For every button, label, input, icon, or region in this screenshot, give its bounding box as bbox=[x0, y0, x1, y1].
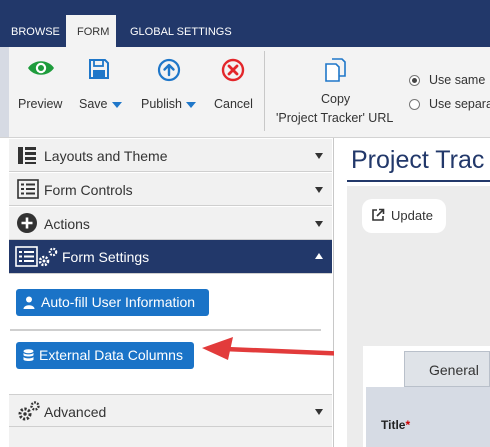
panel-footer bbox=[9, 427, 332, 447]
publish-button[interactable]: Publish bbox=[139, 55, 203, 117]
ribbon-divider bbox=[264, 51, 265, 131]
form-settings-icon bbox=[15, 246, 58, 267]
save-icon bbox=[89, 59, 109, 79]
required-mark: * bbox=[405, 418, 411, 432]
auto-fill-label: Auto-fill User Information bbox=[41, 294, 196, 310]
update-label: Update bbox=[391, 208, 433, 223]
chevron-down-icon bbox=[315, 153, 323, 159]
update-button[interactable]: Update bbox=[362, 199, 446, 233]
field-label-title: Title* bbox=[381, 418, 410, 432]
layout-icon bbox=[18, 147, 36, 164]
plus-circle-icon bbox=[17, 213, 37, 233]
copy-url-button[interactable]: Copy 'Project Tracker' URL bbox=[272, 55, 402, 130]
database-icon bbox=[23, 349, 34, 361]
accordion-label: Form Settings bbox=[62, 249, 150, 265]
accordion-layouts-theme[interactable]: Layouts and Theme bbox=[9, 139, 332, 172]
eye-icon bbox=[28, 61, 54, 75]
user-icon bbox=[23, 296, 35, 309]
field-title-text: Title bbox=[381, 418, 406, 432]
save-label: Save bbox=[79, 97, 108, 111]
copy-icon bbox=[325, 58, 346, 82]
page-title: Project Trac bbox=[351, 146, 485, 174]
copy-label-line1: Copy bbox=[321, 92, 351, 106]
radio-use-separate[interactable]: Use separa bbox=[409, 97, 490, 113]
ribbon-left-strip bbox=[0, 47, 9, 137]
external-data-columns-button[interactable]: External Data Columns bbox=[16, 342, 194, 369]
radio-button[interactable] bbox=[409, 75, 420, 86]
radio-use-same-label: Use same bbox=[429, 73, 486, 87]
form-body bbox=[366, 387, 490, 447]
accordion-label: Actions bbox=[44, 216, 90, 232]
accordion-advanced[interactable]: Advanced bbox=[9, 394, 332, 427]
accordion-actions[interactable]: Actions bbox=[9, 207, 332, 240]
chevron-down-icon bbox=[315, 409, 323, 415]
external-link-icon bbox=[372, 208, 385, 221]
radio-use-separate-label: Use separa bbox=[429, 97, 490, 111]
tab-form[interactable]: FORM bbox=[66, 15, 116, 47]
chevron-down-icon bbox=[315, 187, 323, 193]
cancel-icon bbox=[221, 58, 245, 82]
cancel-label: Cancel bbox=[214, 97, 253, 111]
accordion-label: Advanced bbox=[44, 404, 107, 420]
accordion-form-controls[interactable]: Form Controls bbox=[9, 173, 332, 206]
external-data-columns-label: External Data Columns bbox=[39, 347, 183, 363]
chevron-down-icon bbox=[186, 101, 196, 108]
cancel-button[interactable]: Cancel bbox=[211, 55, 257, 117]
title-underline bbox=[347, 180, 490, 182]
radio-button[interactable] bbox=[409, 99, 420, 110]
divider bbox=[10, 329, 321, 331]
save-button[interactable]: Save bbox=[78, 55, 128, 117]
tab-browse[interactable]: BROWSE bbox=[0, 15, 71, 47]
form-controls-icon bbox=[17, 179, 39, 199]
accordion-label: Layouts and Theme bbox=[44, 148, 168, 164]
preview-button[interactable]: Preview bbox=[13, 55, 69, 117]
tab-general[interactable]: General bbox=[404, 351, 490, 387]
chevron-down-icon bbox=[111, 101, 122, 108]
copy-label-line2: 'Project Tracker' URL bbox=[276, 111, 394, 125]
gears-icon bbox=[18, 401, 40, 421]
chevron-up-icon bbox=[315, 253, 323, 259]
preview-label: Preview bbox=[18, 97, 63, 111]
accordion-form-settings[interactable]: Form Settings bbox=[9, 240, 332, 274]
chevron-down-icon bbox=[315, 221, 323, 227]
auto-fill-user-information-button[interactable]: Auto-fill User Information bbox=[16, 289, 209, 316]
radio-use-same[interactable]: Use same bbox=[409, 73, 490, 89]
publish-icon bbox=[157, 58, 181, 82]
tab-global-settings[interactable]: GLOBAL SETTINGS bbox=[119, 15, 243, 47]
accordion-label: Form Controls bbox=[44, 182, 133, 198]
publish-label: Publish bbox=[141, 97, 182, 111]
